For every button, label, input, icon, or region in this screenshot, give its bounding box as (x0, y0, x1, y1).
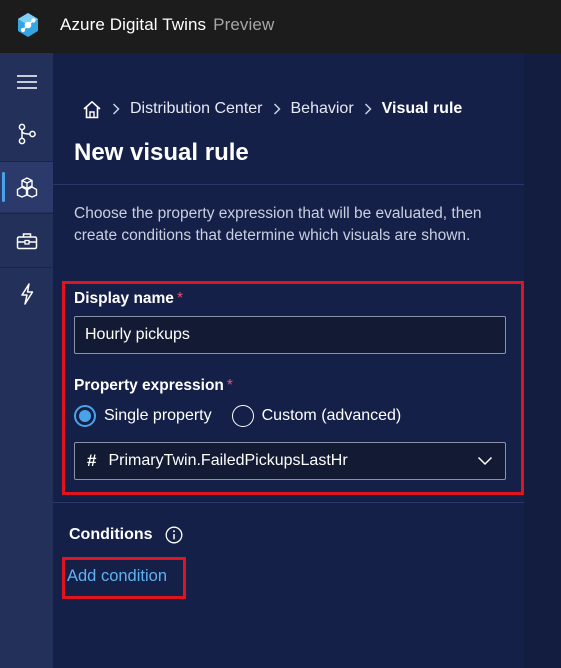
radio-single-property[interactable]: Single property (74, 405, 212, 427)
divider (53, 502, 524, 503)
nav-item-3d-scenes[interactable] (0, 162, 53, 212)
preview-badge: Preview (213, 15, 275, 34)
left-nav (0, 53, 53, 668)
3d-cubes-icon (16, 177, 37, 198)
nav-item-actions[interactable] (0, 269, 53, 319)
required-marker: * (176, 290, 183, 307)
top-bar: Azure Digital Twins Preview (0, 0, 561, 53)
page-description: Choose the property expression that will… (74, 205, 482, 244)
info-icon[interactable] (165, 526, 183, 544)
divider (53, 184, 524, 185)
app-name: Azure Digital Twins (60, 15, 207, 34)
breadcrumb-item-behavior[interactable]: Behavior (291, 100, 354, 118)
property-dropdown[interactable]: # PrimaryTwin.FailedPickupsLastHr (74, 442, 506, 480)
display-name-label-text: Display name (74, 290, 174, 307)
nav-item-toolbox[interactable] (0, 216, 53, 266)
number-type-icon: # (87, 451, 97, 470)
property-expression-label-text: Property expression (74, 377, 224, 394)
display-name-label: Display name * (74, 290, 183, 308)
nav-item-graph[interactable] (0, 109, 53, 159)
radio-custom-advanced-label: Custom (advanced) (261, 407, 402, 424)
required-marker: * (226, 377, 233, 394)
breadcrumb-item-distribution-center[interactable]: Distribution Center (130, 100, 263, 118)
radio-unselected-icon (231, 405, 254, 427)
breadcrumb-item-visual-rule: Visual rule (381, 100, 463, 117)
nav-menu-button[interactable] (0, 57, 53, 107)
graph-branch-icon (18, 123, 36, 145)
lightning-icon (20, 283, 33, 305)
breadcrumb: Distribution Center Behavior Visual rule (82, 97, 462, 121)
nav-divider (0, 267, 53, 268)
property-expression-label: Property expression * (74, 377, 233, 395)
chevron-down-icon (477, 456, 493, 466)
chevron-right-icon (273, 103, 281, 115)
toolbox-icon (16, 233, 37, 250)
conditions-label: Conditions (69, 526, 153, 543)
visual-rule-panel: Distribution Center Behavior Visual rule… (53, 53, 524, 668)
right-background-strip (524, 53, 561, 668)
property-dropdown-value: PrimaryTwin.FailedPickupsLastHr (108, 452, 348, 469)
add-condition-button[interactable]: Add condition (67, 567, 167, 586)
nav-divider (0, 213, 53, 214)
radio-selected-icon (74, 405, 96, 427)
chevron-right-icon (364, 103, 372, 115)
radio-single-property-label: Single property (104, 407, 212, 424)
page-title: New visual rule (74, 139, 249, 166)
conditions-heading: Conditions (69, 526, 183, 544)
chevron-right-icon (112, 103, 120, 115)
expression-mode-radio-group: Single property Custom (advanced) (74, 404, 401, 428)
radio-custom-advanced[interactable]: Custom (advanced) (231, 405, 402, 427)
app-title: Azure Digital Twins Preview (60, 15, 274, 35)
digital-twins-logo-icon (18, 13, 38, 37)
home-icon[interactable] (82, 100, 102, 119)
display-name-input[interactable] (74, 316, 506, 354)
hamburger-menu-icon (16, 75, 37, 89)
